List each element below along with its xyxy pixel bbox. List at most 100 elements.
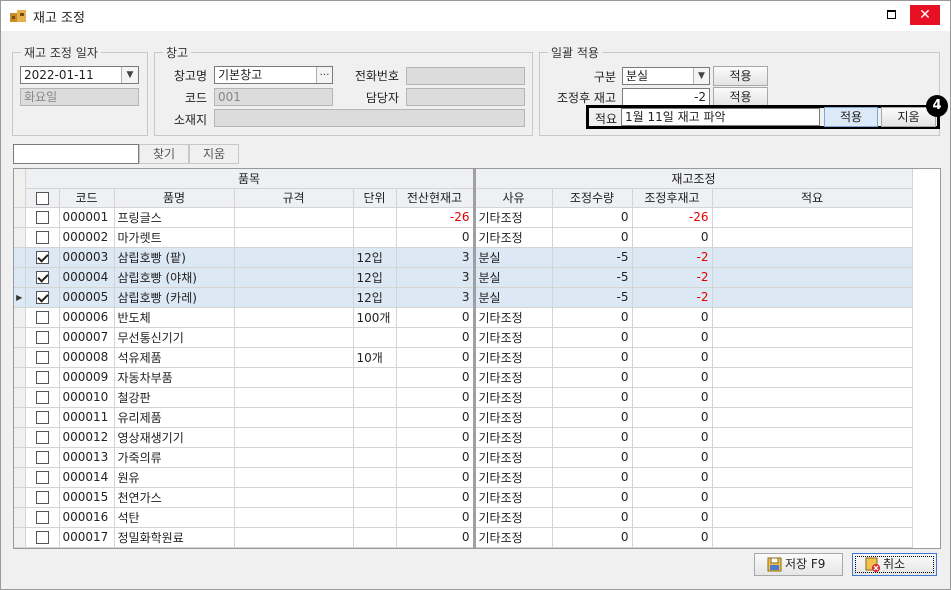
cell-unit[interactable] — [353, 367, 397, 388]
cell-memo[interactable] — [712, 267, 913, 288]
cell-code[interactable]: 000014 — [59, 467, 115, 488]
find-button[interactable]: 찾기 — [139, 144, 189, 164]
cell-spec[interactable] — [234, 387, 354, 408]
cell-reason[interactable]: 분실 — [474, 287, 553, 308]
cell-after[interactable]: 0 — [632, 527, 713, 548]
cell-qty[interactable]: 0 — [552, 407, 633, 428]
cell-spec[interactable] — [234, 227, 354, 248]
row-checkbox[interactable] — [35, 471, 49, 484]
col-header-name[interactable]: 품명 — [114, 188, 235, 208]
cell-unit[interactable] — [353, 407, 397, 428]
table-row[interactable]: 000017 정밀화학원료 0 기타조정 0 0 — [14, 527, 913, 548]
warehouse-name-field[interactable]: 기본창고 … — [214, 66, 333, 84]
cell-unit[interactable] — [353, 527, 397, 548]
cell-code[interactable]: 000010 — [59, 387, 115, 408]
row-header[interactable] — [14, 407, 26, 428]
row-checkbox[interactable] — [35, 451, 49, 464]
cell-qty[interactable]: 0 — [552, 447, 633, 468]
col-header-memo[interactable]: 적요 — [712, 188, 913, 208]
row-checkbox[interactable] — [35, 291, 49, 304]
chevron-down-icon[interactable]: ▼ — [121, 67, 138, 83]
cell-after[interactable]: 0 — [632, 367, 713, 388]
cell-spec[interactable] — [234, 267, 354, 288]
cell-memo[interactable] — [712, 227, 913, 248]
cell-qty[interactable]: 0 — [552, 487, 633, 508]
search-input[interactable] — [13, 144, 139, 164]
browse-ellipsis-icon[interactable]: … — [316, 67, 332, 83]
save-button[interactable]: 저장 F9 — [754, 553, 843, 576]
row-checkbox[interactable] — [35, 351, 49, 364]
apply-memo-button[interactable]: 적용 — [824, 107, 878, 127]
cell-unit[interactable] — [353, 327, 397, 348]
table-row[interactable]: 000013 가죽의류 0 기타조정 0 0 — [14, 447, 913, 468]
col-header-reason[interactable]: 사유 — [474, 188, 553, 208]
cell-memo[interactable] — [712, 387, 913, 408]
row-checkbox-cell[interactable] — [25, 367, 60, 388]
cell-code[interactable]: 000001 — [59, 207, 115, 228]
cell-name[interactable]: 원유 — [114, 467, 235, 488]
cell-reason[interactable]: 기타조정 — [474, 467, 553, 488]
cell-memo[interactable] — [712, 487, 913, 508]
cell-unit[interactable] — [353, 227, 397, 248]
cell-name[interactable]: 천연가스 — [114, 487, 235, 508]
cell-unit[interactable] — [353, 447, 397, 468]
cell-after[interactable]: 0 — [632, 327, 713, 348]
cell-memo[interactable] — [712, 367, 913, 388]
apply-type-button[interactable]: 적용 — [713, 66, 768, 86]
cell-code[interactable]: 000005 — [59, 287, 115, 308]
bulk-memo-field[interactable]: 1월 11일 재고 파악 — [621, 108, 820, 126]
cell-spec[interactable] — [234, 427, 354, 448]
cell-code[interactable]: 000002 — [59, 227, 115, 248]
row-checkbox-cell[interactable] — [25, 247, 60, 268]
cell-stock[interactable]: 0 — [396, 307, 476, 328]
row-checkbox[interactable] — [35, 251, 49, 264]
row-header[interactable] — [14, 387, 26, 408]
row-header[interactable] — [14, 447, 26, 468]
search-clear-button[interactable]: 지움 — [189, 144, 239, 164]
maximize-button[interactable] — [880, 5, 902, 25]
cell-stock[interactable]: 0 — [396, 327, 476, 348]
cell-reason[interactable]: 기타조정 — [474, 447, 553, 468]
cell-after[interactable]: -2 — [632, 267, 713, 288]
row-checkbox[interactable] — [35, 231, 49, 244]
cell-name[interactable]: 석유제품 — [114, 347, 235, 368]
cell-unit[interactable]: 10개 — [353, 347, 397, 368]
cell-name[interactable]: 반도체 — [114, 307, 235, 328]
row-header[interactable] — [14, 367, 26, 388]
row-checkbox[interactable] — [35, 331, 49, 344]
cell-name[interactable]: 영상재생기기 — [114, 427, 235, 448]
row-header[interactable] — [14, 267, 26, 288]
table-row[interactable]: 000008 석유제품 10개 0 기타조정 0 0 — [14, 347, 913, 368]
cell-after[interactable]: 0 — [632, 507, 713, 528]
row-header[interactable] — [14, 347, 26, 368]
row-header[interactable] — [14, 487, 26, 508]
row-header[interactable] — [14, 527, 26, 548]
cell-after[interactable]: 0 — [632, 407, 713, 428]
cell-qty[interactable]: 0 — [552, 367, 633, 388]
cell-name[interactable]: 석탄 — [114, 507, 235, 528]
row-header[interactable] — [14, 227, 26, 248]
cell-stock[interactable]: 0 — [396, 447, 476, 468]
cell-after[interactable]: 0 — [632, 307, 713, 328]
cell-spec[interactable] — [234, 487, 354, 508]
table-row[interactable]: 000006 반도체 100개 0 기타조정 0 0 — [14, 307, 913, 328]
cell-unit[interactable]: 12입 — [353, 267, 397, 288]
table-row[interactable]: 000004 삼립호빵 (야채) 12입 3 분실 -5 -2 — [14, 267, 913, 288]
cell-memo[interactable] — [712, 287, 913, 308]
col-header-stock[interactable]: 전산현재고 — [396, 188, 476, 208]
cell-memo[interactable] — [712, 247, 913, 268]
cell-reason[interactable]: 기타조정 — [474, 527, 553, 548]
chevron-down-icon[interactable]: ▼ — [693, 68, 709, 84]
cell-spec[interactable] — [234, 467, 354, 488]
cell-reason[interactable]: 기타조정 — [474, 367, 553, 388]
cell-code[interactable]: 000003 — [59, 247, 115, 268]
cell-reason[interactable]: 기타조정 — [474, 387, 553, 408]
cell-name[interactable]: 유리제품 — [114, 407, 235, 428]
cell-stock[interactable]: 0 — [396, 387, 476, 408]
bulk-after-field[interactable]: -2 — [622, 88, 710, 106]
row-checkbox-cell[interactable] — [25, 307, 60, 328]
table-row[interactable]: 000009 자동차부품 0 기타조정 0 0 — [14, 367, 913, 388]
cell-unit[interactable] — [353, 507, 397, 528]
cell-stock[interactable]: 0 — [396, 487, 476, 508]
cell-unit[interactable]: 12입 — [353, 287, 397, 308]
